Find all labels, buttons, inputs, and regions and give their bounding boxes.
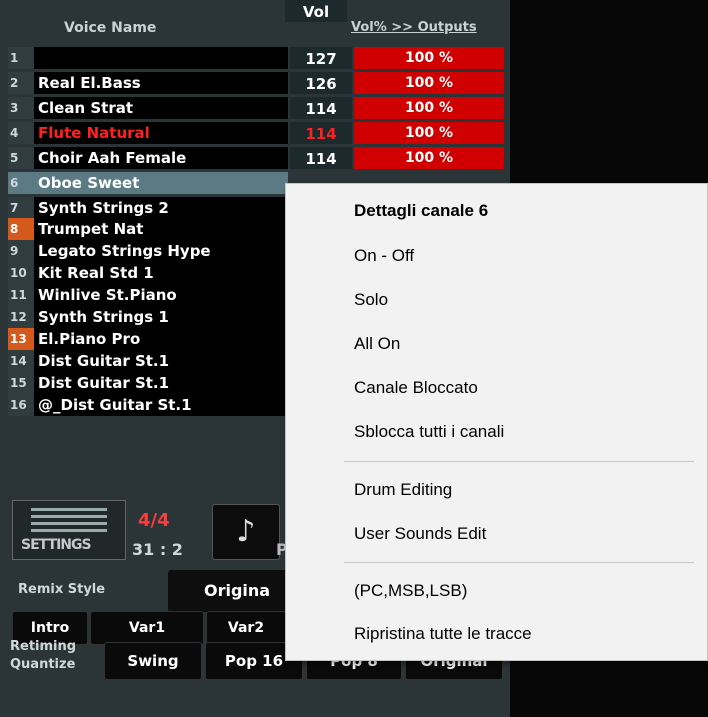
voice-name[interactable]: Real El.Bass [34, 72, 288, 94]
channel-number: 10 [8, 262, 34, 284]
var2-button[interactable]: Var2 [206, 611, 286, 645]
voice-name[interactable]: El.Piano Pro [34, 328, 288, 350]
channel-number: 15 [8, 372, 34, 394]
channel-context-menu: Dettagli canale 6 On - Off Solo All On C… [285, 183, 708, 661]
channel-number: 14 [8, 350, 34, 372]
voice-name[interactable]: Oboe Sweet [34, 172, 288, 194]
menu-item-on-off[interactable]: On - Off [354, 246, 414, 266]
metronome-icon: ♪ [236, 514, 256, 549]
vol-header: Vol [285, 0, 347, 22]
output-percent[interactable]: 100 % [352, 72, 504, 94]
output-percent[interactable]: 100 % [352, 97, 504, 119]
output-percent[interactable]: 100 % [352, 122, 504, 144]
channel-number: 1 [8, 47, 34, 69]
voice-name[interactable]: Choir Aah Female [34, 147, 288, 169]
channel-number: 13 [8, 328, 34, 350]
channel-row-4[interactable]: 4 Flute Natural 114 100 % [8, 122, 504, 144]
voice-name-header: Voice Name [64, 20, 157, 36]
menu-item-pc-msb-lsb[interactable]: (PC,MSB,LSB) [354, 581, 467, 601]
outputs-header[interactable]: Vol% >> Outputs [351, 20, 477, 42]
voice-name[interactable]: Dist Guitar St.1 [34, 350, 288, 372]
quantize-swing-button[interactable]: Swing [104, 642, 202, 680]
menu-separator [344, 562, 694, 563]
time-signature: 4/4 [138, 510, 170, 531]
settings-label: SETTINGS [21, 537, 92, 553]
voice-name[interactable] [34, 47, 288, 69]
settings-button[interactable]: SETTINGS [12, 500, 126, 560]
channel-row-2[interactable]: 2 Real El.Bass 126 100 % [8, 72, 504, 94]
voice-name[interactable]: Flute Natural [34, 122, 288, 144]
menu-item-solo[interactable]: Solo [354, 290, 388, 310]
song-position: 31 : 2 [132, 540, 183, 559]
metronome-button[interactable]: ♪ [212, 504, 280, 560]
channel-row-1[interactable]: 1 127 100 % [8, 47, 504, 69]
voice-name[interactable]: Trumpet Nat [34, 218, 288, 240]
channel-number: 6 [8, 172, 34, 194]
output-percent[interactable]: 100 % [352, 147, 504, 169]
channel-number: 16 [8, 394, 34, 416]
voice-name[interactable]: Legato Strings Hype [34, 240, 288, 262]
channel-row-3[interactable]: 3 Clean Strat 114 100 % [8, 97, 504, 119]
volume-value[interactable]: 114 [290, 97, 352, 119]
voice-name[interactable]: Clean Strat [34, 97, 288, 119]
menu-item-drum-editing[interactable]: Drum Editing [354, 480, 452, 500]
channel-number: 3 [8, 97, 34, 119]
volume-value[interactable]: 114 [290, 122, 352, 144]
channel-number: 4 [8, 122, 34, 144]
channel-number: 5 [8, 147, 34, 169]
menu-title-channel-details[interactable]: Dettagli canale 6 [354, 201, 488, 221]
voice-name[interactable]: Synth Strings 1 [34, 306, 288, 328]
volume-value[interactable]: 126 [290, 72, 352, 94]
voice-name[interactable]: @_Dist Guitar St.1 [34, 394, 288, 416]
remix-style-select[interactable]: Origina [168, 570, 298, 612]
menu-item-canale-bloccato[interactable]: Canale Bloccato [354, 378, 478, 398]
channel-number: 12 [8, 306, 34, 328]
settings-bars-icon [31, 508, 107, 532]
channel-number: 8 [8, 218, 34, 240]
volume-value[interactable]: 114 [290, 147, 352, 169]
menu-item-user-sounds-edit[interactable]: User Sounds Edit [354, 524, 486, 544]
menu-item-sblocca-tutti[interactable]: Sblocca tutti i canali [354, 422, 504, 442]
voice-name[interactable]: Synth Strings 2 [34, 197, 288, 219]
volume-value[interactable]: 127 [290, 47, 352, 69]
voice-name[interactable]: Kit Real Std 1 [34, 262, 288, 284]
channel-number: 9 [8, 240, 34, 262]
channel-number: 11 [8, 284, 34, 306]
menu-separator [344, 461, 694, 462]
menu-item-all-on[interactable]: All On [354, 334, 400, 354]
channel-number: 7 [8, 197, 34, 219]
output-percent[interactable]: 100 % [352, 47, 504, 69]
channel-row-5[interactable]: 5 Choir Aah Female 114 100 % [8, 147, 504, 169]
voice-name[interactable]: Dist Guitar St.1 [34, 372, 288, 394]
remix-style-label: Remix Style [18, 582, 106, 597]
retiming-quantize-label: Retiming Quantize [10, 639, 77, 672]
channel-number: 2 [8, 72, 34, 94]
menu-item-ripristina-tracce[interactable]: Ripristina tutte le tracce [354, 624, 532, 644]
voice-name[interactable]: Winlive St.Piano [34, 284, 288, 306]
var1-button[interactable]: Var1 [90, 611, 204, 645]
